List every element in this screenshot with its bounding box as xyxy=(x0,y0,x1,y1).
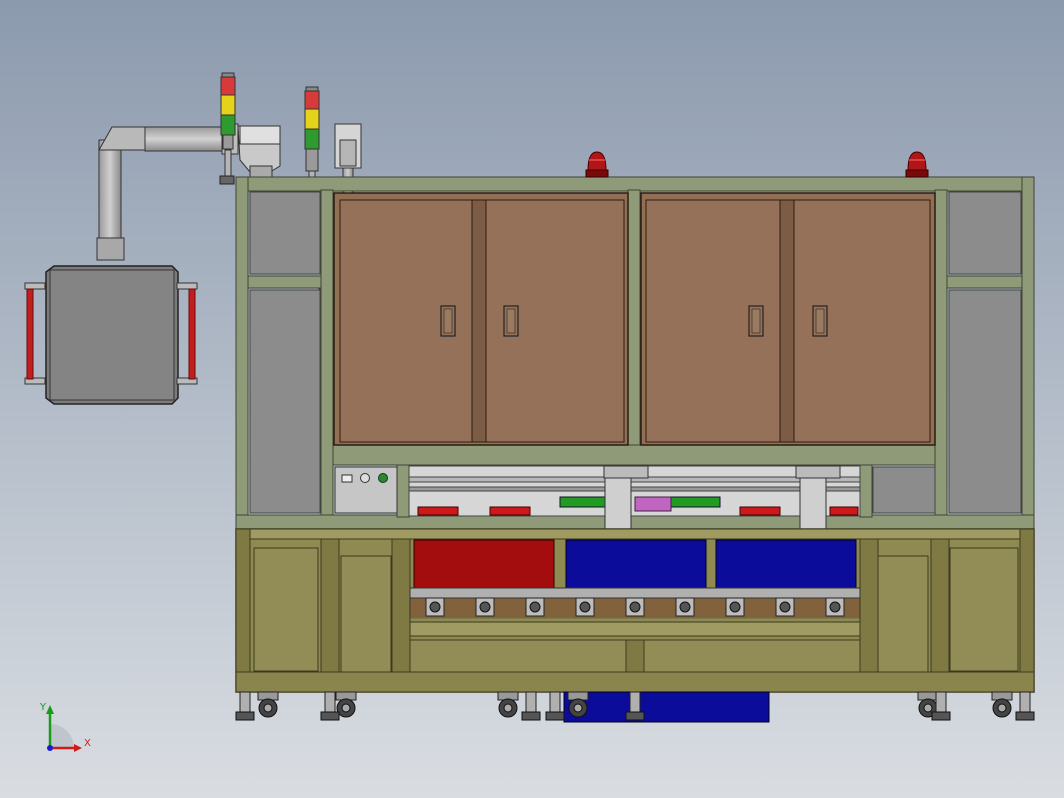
frame-right-post xyxy=(1021,176,1035,530)
triad-y-label: Y xyxy=(39,702,47,713)
tray-blue-1 xyxy=(565,539,707,593)
tower-green xyxy=(304,128,320,150)
red-block-1 xyxy=(417,506,459,516)
tower-yellow xyxy=(220,94,236,116)
caster-wheel xyxy=(497,691,519,718)
tower-cap xyxy=(305,86,319,92)
green-roller-left xyxy=(559,496,611,508)
panel-left-upper xyxy=(249,191,321,275)
red-block-2 xyxy=(489,506,531,516)
tower-yellow xyxy=(304,108,320,130)
frame-top-rail xyxy=(235,176,1035,192)
control-panel xyxy=(334,466,398,514)
lift-plate-left xyxy=(604,476,632,536)
red-block-4 xyxy=(829,506,859,516)
base-drawer-left xyxy=(409,639,627,673)
pendant-head-inner xyxy=(339,139,357,167)
base-drawer-mid xyxy=(625,639,645,673)
panel-right-inner xyxy=(872,466,936,514)
red-block-3 xyxy=(739,506,781,516)
frame-left-post xyxy=(235,176,249,530)
frame-left-cross xyxy=(247,275,322,289)
caster-wheel xyxy=(991,691,1013,718)
base-right-column xyxy=(859,537,879,675)
machine-assembly-drawing: Y X xyxy=(0,0,1064,798)
frame-lower-left-cross xyxy=(396,464,410,518)
pink-fixture xyxy=(634,496,672,512)
tower-foot xyxy=(219,175,235,185)
roller xyxy=(675,597,695,617)
door-mullion-2 xyxy=(779,199,795,443)
panel-right-upper xyxy=(948,191,1022,275)
caster-wheel xyxy=(567,691,589,718)
panel-left-lower xyxy=(249,289,321,514)
roller xyxy=(625,597,645,617)
tower-red xyxy=(220,76,236,96)
mechanism-rail-2 xyxy=(408,486,861,492)
base-bottom-rail xyxy=(235,671,1035,693)
tower-cap xyxy=(221,72,235,78)
tower-green xyxy=(220,114,236,136)
push-button-icon xyxy=(341,474,353,483)
base-right-panel xyxy=(949,547,1019,672)
cad-viewport[interactable]: Y X xyxy=(0,0,1064,798)
tray-rollers xyxy=(425,597,845,617)
roller xyxy=(775,597,795,617)
lift-plate-right xyxy=(799,476,827,536)
base-top-lip xyxy=(249,528,1021,540)
panel-right-lower xyxy=(948,289,1022,514)
roller xyxy=(575,597,595,617)
frame-inner-left-post xyxy=(320,189,334,531)
cabinet-right-handle-bracket-top xyxy=(176,282,198,290)
arm-post xyxy=(249,165,273,179)
duct-horizontal xyxy=(144,126,228,152)
duct-collar xyxy=(96,237,125,261)
cabinet-left-handle-bracket-top xyxy=(24,282,46,290)
z-axis-dot xyxy=(47,745,53,751)
duct-vertical xyxy=(98,139,122,243)
frame-inner-right-post xyxy=(934,189,948,531)
base-drawer-right xyxy=(643,639,861,673)
tower-base xyxy=(222,134,234,150)
top-bracket-right xyxy=(795,465,841,479)
door-mullion-1 xyxy=(471,199,487,443)
tray-red xyxy=(413,539,555,593)
base-left-leg xyxy=(235,528,251,693)
frame-mid-post xyxy=(627,189,641,453)
push-button-icon xyxy=(360,473,370,483)
frame-bottom-rail xyxy=(235,514,1035,530)
roller xyxy=(525,597,545,617)
tray-blue-2 xyxy=(715,539,857,593)
push-button-icon xyxy=(378,473,388,483)
frame-right-cross xyxy=(946,275,1023,289)
base-right-door xyxy=(877,555,929,673)
tower-red xyxy=(304,90,320,110)
base-left-column xyxy=(391,537,411,675)
roller xyxy=(425,597,445,617)
door-4 xyxy=(793,199,931,443)
arm-head-top xyxy=(239,125,281,145)
triad-x-label: X xyxy=(84,738,91,749)
electrical-cabinet xyxy=(24,265,198,405)
base-right-leg xyxy=(1019,528,1035,693)
tray-rail xyxy=(409,587,861,599)
under-base-bin xyxy=(563,691,770,723)
base-left-door xyxy=(340,555,392,673)
base-inner-right-leg xyxy=(930,528,950,693)
cabinet-right-handle xyxy=(188,288,196,380)
frame-lower-right-cross xyxy=(859,464,873,518)
roller xyxy=(825,597,845,617)
cabinet-left-handle xyxy=(26,288,34,380)
roller xyxy=(475,597,495,617)
frame-door-sill xyxy=(332,444,936,466)
tower-base xyxy=(305,148,319,172)
base-inner-left-leg xyxy=(320,528,340,693)
caster-wheel xyxy=(257,691,279,718)
base-left-panel xyxy=(253,547,319,672)
roller xyxy=(725,597,745,617)
cabinet-face xyxy=(49,269,175,401)
base-cross-rail xyxy=(409,621,861,637)
top-bracket-left xyxy=(603,465,649,479)
